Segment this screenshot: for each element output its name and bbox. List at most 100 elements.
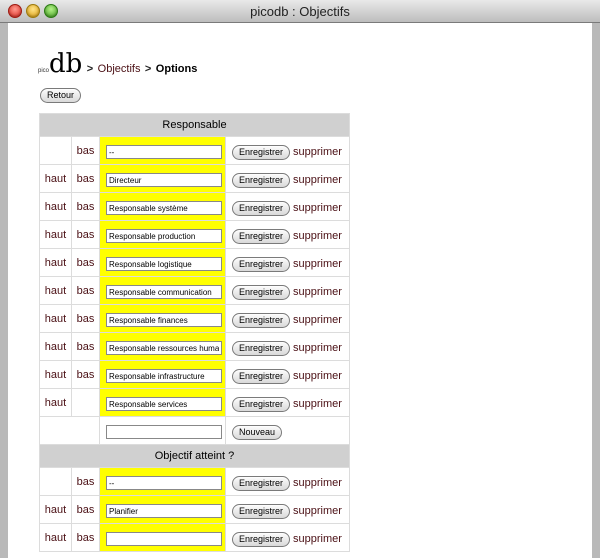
- move-down-link[interactable]: bas: [71, 136, 100, 165]
- move-up-link[interactable]: haut: [39, 248, 72, 277]
- save-button[interactable]: Enregistrer: [232, 340, 291, 356]
- option-name-cell: [99, 388, 226, 417]
- option-row: hautbas Enregistrersupprimer: [39, 276, 350, 305]
- move-down-link[interactable]: bas: [71, 523, 100, 552]
- move-up-link[interactable]: haut: [39, 220, 72, 249]
- move-up-link[interactable]: haut: [39, 164, 72, 193]
- save-button[interactable]: Enregistrer: [232, 396, 291, 412]
- move-up-link: [39, 136, 72, 165]
- option-row: hautbas Enregistrersupprimer: [39, 220, 350, 249]
- delete-link[interactable]: supprimer: [293, 533, 342, 545]
- section-header: Objectif atteint ?: [39, 444, 350, 468]
- move-down-link: [71, 388, 100, 417]
- delete-link[interactable]: supprimer: [293, 286, 342, 298]
- save-button[interactable]: Enregistrer: [232, 172, 291, 188]
- option-actions: Enregistrer supprimer: [225, 495, 350, 524]
- breadcrumb-separator: >: [144, 63, 152, 75]
- move-down-link[interactable]: bas: [71, 192, 100, 221]
- move-up-link[interactable]: haut: [39, 304, 72, 333]
- breadcrumb-objectifs-link[interactable]: Objectifs: [98, 63, 141, 75]
- delete-link[interactable]: supprimer: [293, 174, 342, 186]
- option-name-input[interactable]: [106, 285, 222, 299]
- option-name-input[interactable]: [106, 397, 222, 411]
- retour-button[interactable]: Retour: [40, 88, 82, 103]
- option-name-input[interactable]: [106, 229, 222, 243]
- option-row: hautbas Enregistrersupprimer: [39, 192, 350, 221]
- new-button[interactable]: Nouveau: [232, 424, 283, 440]
- save-button[interactable]: Enregistrer: [232, 284, 291, 300]
- move-down-link[interactable]: bas: [71, 164, 100, 193]
- move-up-link[interactable]: haut: [39, 276, 72, 305]
- delete-link[interactable]: supprimer: [293, 230, 342, 242]
- move-down-link[interactable]: bas: [71, 220, 100, 249]
- option-actions: Enregistrer supprimer: [225, 360, 350, 389]
- section-title: Responsable: [39, 113, 350, 137]
- save-button[interactable]: Enregistrer: [232, 368, 291, 384]
- option-name-cell: [99, 495, 226, 524]
- delete-link[interactable]: supprimer: [293, 477, 342, 489]
- option-actions: Enregistrer supprimer: [225, 304, 350, 333]
- save-button[interactable]: Enregistrer: [232, 200, 291, 216]
- move-up-link: [39, 467, 72, 496]
- logo-db[interactable]: db: [49, 49, 82, 79]
- option-name-input[interactable]: [106, 173, 222, 187]
- move-down-link[interactable]: bas: [71, 248, 100, 277]
- option-name-input[interactable]: [106, 532, 222, 546]
- option-row: haut Enregistrersupprimer: [39, 388, 350, 417]
- move-up-link[interactable]: haut: [39, 332, 72, 361]
- empty-cell: [39, 416, 100, 445]
- move-up-link[interactable]: haut: [39, 360, 72, 389]
- option-name-input[interactable]: [106, 504, 222, 518]
- option-name-input[interactable]: [106, 257, 222, 271]
- save-button[interactable]: Enregistrer: [232, 144, 291, 160]
- option-name-input[interactable]: [106, 476, 222, 490]
- option-name-input[interactable]: [106, 145, 222, 159]
- move-down-link[interactable]: bas: [71, 304, 100, 333]
- move-up-link[interactable]: haut: [39, 192, 72, 221]
- delete-link[interactable]: supprimer: [293, 370, 342, 382]
- delete-link[interactable]: supprimer: [293, 258, 342, 270]
- save-button[interactable]: Enregistrer: [232, 475, 291, 491]
- move-down-link[interactable]: bas: [71, 360, 100, 389]
- delete-link[interactable]: supprimer: [293, 505, 342, 517]
- delete-link[interactable]: supprimer: [293, 314, 342, 326]
- delete-link[interactable]: supprimer: [293, 398, 342, 410]
- delete-link[interactable]: supprimer: [293, 146, 342, 158]
- option-name-cell: [99, 332, 226, 361]
- option-name-input[interactable]: [106, 369, 222, 383]
- option-name-cell: [99, 276, 226, 305]
- breadcrumb: picodb > Objectifs > Options: [38, 51, 197, 77]
- breadcrumb-separator: >: [86, 63, 94, 75]
- option-name-input[interactable]: [106, 313, 222, 327]
- move-down-link[interactable]: bas: [71, 495, 100, 524]
- save-button[interactable]: Enregistrer: [232, 228, 291, 244]
- option-row: bas Enregistrersupprimer: [39, 467, 350, 496]
- option-row: hautbas Enregistrersupprimer: [39, 248, 350, 277]
- move-down-link[interactable]: bas: [71, 467, 100, 496]
- option-actions: Enregistrer supprimer: [225, 220, 350, 249]
- move-up-link[interactable]: haut: [39, 495, 72, 524]
- save-button[interactable]: Enregistrer: [232, 531, 291, 547]
- option-row: hautbas Enregistrersupprimer: [39, 304, 350, 333]
- move-up-link[interactable]: haut: [39, 523, 72, 552]
- move-down-link[interactable]: bas: [71, 276, 100, 305]
- save-button[interactable]: Enregistrer: [232, 256, 291, 272]
- option-actions: Enregistrer supprimer: [225, 332, 350, 361]
- option-name-cell: [99, 136, 226, 165]
- new-option-row: Nouveau: [39, 416, 350, 445]
- move-down-link[interactable]: bas: [71, 332, 100, 361]
- save-button[interactable]: Enregistrer: [232, 503, 291, 519]
- option-name-input[interactable]: [106, 341, 222, 355]
- option-actions: Enregistrer supprimer: [225, 248, 350, 277]
- option-name-input[interactable]: [106, 201, 222, 215]
- option-actions: Enregistrer supprimer: [225, 388, 350, 417]
- option-actions: Enregistrer supprimer: [225, 164, 350, 193]
- delete-link[interactable]: supprimer: [293, 342, 342, 354]
- option-actions: Enregistrer supprimer: [225, 136, 350, 165]
- new-option-input[interactable]: [106, 425, 222, 439]
- save-button[interactable]: Enregistrer: [232, 312, 291, 328]
- option-row: hautbas Enregistrersupprimer: [39, 164, 350, 193]
- delete-link[interactable]: supprimer: [293, 202, 342, 214]
- option-row: hautbas Enregistrersupprimer: [39, 360, 350, 389]
- move-up-link[interactable]: haut: [39, 388, 72, 417]
